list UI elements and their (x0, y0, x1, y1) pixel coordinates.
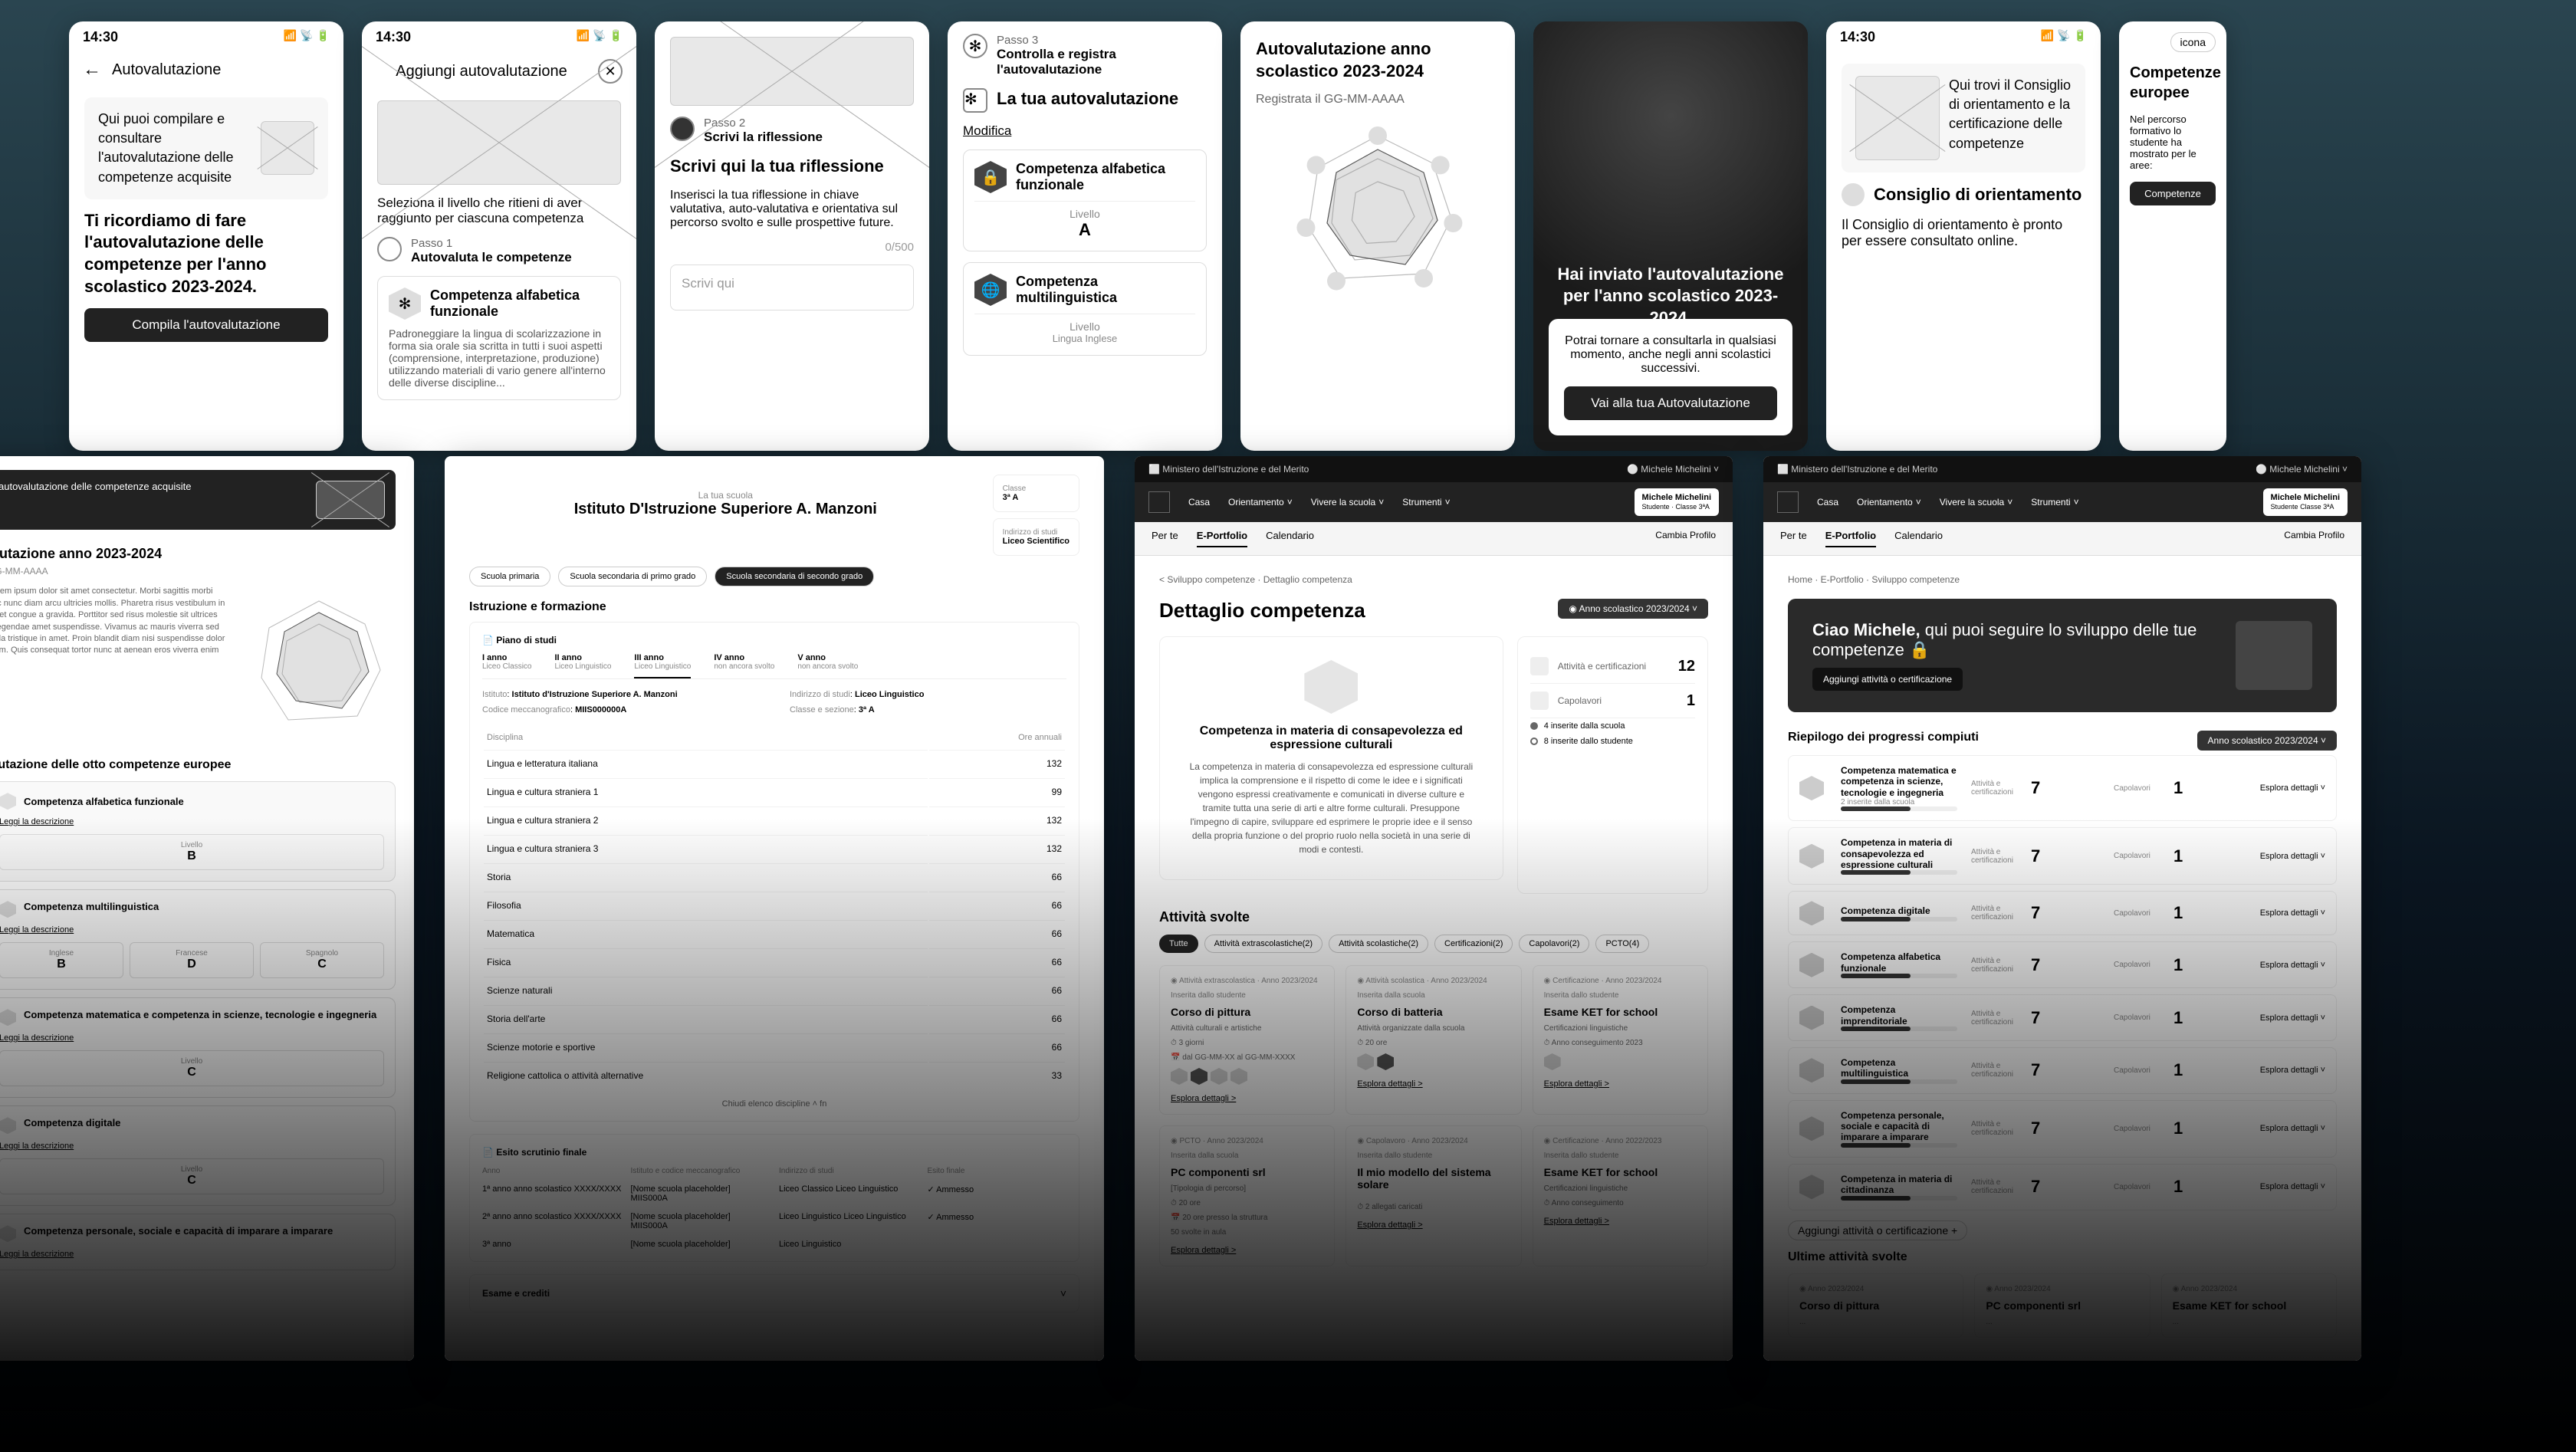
mobile-consiglio: 14:30📶 📡 🔋 Qui trovi il Consiglio di ori… (1826, 21, 2101, 451)
desktop-competence-overview: ⬜ Ministero dell'Istruzione e del Merito… (1763, 456, 2361, 1361)
mobile-competenze-europee: icona Competenze europee Nel percorso fo… (2119, 21, 2226, 451)
intro-text: Seleziona il livello che ritieni di aver… (377, 195, 621, 226)
activity-card[interactable]: ◉ Capolavoro · Anno 2023/2024Inserita da… (1346, 1125, 1521, 1266)
user-pill[interactable]: Michele MicheliniStudente · Classe 3ªA (1635, 488, 1719, 516)
hex-icon: 🌐 (974, 274, 1007, 306)
competence-row[interactable]: Competenza imprenditorialeAttività e cer… (1788, 994, 2337, 1041)
desktop-school-profile: La tua scuola Istituto D'Istruzione Supe… (445, 456, 1104, 1361)
hex-icon: ✻ (963, 88, 987, 113)
competence-title: Competenza alfabetica funzionale (430, 287, 610, 320)
reflection-desc: Inserisci la tua riflessione in chiave v… (670, 189, 914, 230)
activity-card[interactable]: ◉ Certificazione · Anno 2023/2024Inserit… (1533, 965, 1708, 1115)
competence-desc: Padroneggiare la lingua di scolarizzazio… (389, 327, 610, 389)
chevron-down-icon[interactable]: ˅ (1060, 1287, 1066, 1299)
step-icon: ✻ (963, 34, 987, 58)
back-icon[interactable]: ← (83, 59, 101, 80)
page-title: Dettaglio competenza (1159, 599, 1708, 623)
desktop-autovalutazione-panel: autovalutazione delle competenze acquisi… (0, 456, 414, 1361)
year-badge[interactable]: ◉ Anno scolastico 2023/2024 ˅ (1558, 599, 1708, 619)
comp-button[interactable]: Competenze (2130, 182, 2216, 205)
hex-icon: 🔒 (974, 161, 1007, 193)
success-body: Potrai tornare a consultarla in qualsias… (1564, 334, 1777, 376)
competence-hero: Competenza in materia di consapevolezza … (1159, 636, 1503, 880)
school-level-tabs[interactable]: Scuola primaria Scuola secondaria di pri… (469, 567, 1079, 586)
icon-label: icona (2170, 32, 2216, 52)
illustration-placeholder (261, 121, 314, 175)
mobile-radar: Autovalutazione anno scolastico 2023-202… (1240, 21, 1515, 451)
avatar-placeholder (1842, 183, 1865, 206)
mobile-add-autovalutazione: 14:30📶 📡 🔋 Aggiungi autovalutazione ✕ Se… (362, 21, 636, 451)
close-icon[interactable]: ✕ (598, 59, 623, 84)
activity-card[interactable]: ◉ Certificazione · Anno 2022/2023Inserit… (1533, 1125, 1708, 1266)
mobile-reflection: Passo 2Scrivi la riflessione Scrivi qui … (655, 21, 929, 451)
edit-link[interactable]: Modifica (963, 123, 1207, 139)
disciplines-table: DisciplinaOre annuali Lingua e letteratu… (482, 725, 1066, 1090)
mobile-review: ✻ Passo 3Controlla e registra l'autovalu… (948, 21, 1222, 451)
hero-banner: Ciao Michele, qui puoi seguire lo svilup… (1788, 599, 2337, 712)
radar-date: Registrata il GG-MM-AAAA (1256, 93, 1500, 107)
mobile-success: 14:30📶 📡 🔋 Hai inviato l'autovalutazione… (1533, 21, 1808, 451)
competence-row[interactable]: Competenza multilinguisticaAttività e ce… (1788, 1047, 2337, 1094)
add-activity-button[interactable]: Aggiungi attività o certificazione (1812, 668, 1963, 691)
logo-placeholder (1148, 491, 1170, 513)
step-icon (377, 237, 402, 261)
screen-title: Autovalutazione (112, 61, 221, 79)
desktop-mockups-row: autovalutazione delle competenze acquisi… (0, 456, 2361, 1361)
illustration-placeholder (1855, 76, 1940, 160)
school-name: Istituto D'Istruzione Superiore A. Manzo… (485, 501, 967, 518)
radar-chart (1286, 117, 1470, 301)
activity-card[interactable]: ◉ PCTO · Anno 2023/2024Inserita dalla sc… (1159, 1125, 1335, 1266)
radar-title: Autovalutazione anno scolastico 2023-202… (1256, 38, 1500, 82)
review-title: La tua autovalutazione (997, 88, 1178, 110)
breadcrumb[interactable]: < Sviluppo competenze · Dettaglio compet… (1159, 574, 1708, 585)
competence-row[interactable]: Competenza alfabetica funzionaleAttività… (1788, 941, 2337, 988)
activity-card[interactable]: ◉ Attività scolastica · Anno 2023/2024In… (1346, 965, 1521, 1115)
desktop-competence-detail: ⬜ Ministero dell'Istruzione e del Merito… (1135, 456, 1733, 1361)
competence-row[interactable]: Competenza in materia di consapevolezza … (1788, 827, 2337, 885)
competence-card: ✻ Competenza alfabetica funzionale Padro… (377, 276, 621, 400)
activity-card[interactable]: ◉ Attività extrascolastica · Anno 2023/2… (1159, 965, 1335, 1115)
reflection-textarea[interactable]: Scrivi qui (670, 264, 914, 310)
competence-row[interactable]: Competenza matematica e competenza in sc… (1788, 755, 2337, 821)
status-icons: 📶 📡 🔋 (284, 29, 330, 45)
year-tabs[interactable]: I annoLiceo Classico II annoLiceo Lingui… (482, 653, 1066, 679)
time: 14:30 (83, 29, 118, 45)
competence-row[interactable]: Competenza personale, sociale e capacità… (1788, 1100, 2337, 1158)
competence-hex-icon (1304, 660, 1358, 714)
activity-filters[interactable]: TutteAttività extrascolastiche(2)Attivit… (1159, 935, 1708, 953)
char-counter: 0/500 (670, 241, 914, 254)
consiglio-card-text: Qui trovi il Consiglio di orientamento e… (1949, 76, 2072, 160)
step-icon (670, 117, 695, 141)
competence-hex-icon: ✻ (389, 287, 421, 320)
screen-header: ← Autovalutazione (69, 53, 343, 87)
step-indicator: Passo 1Autovaluta le competenze (377, 237, 621, 265)
mobile-autovalutazione-home: 14:30 📶 📡 🔋 ← Autovalutazione Qui puoi c… (69, 21, 343, 451)
goto-button[interactable]: Vai alla tua Autovalutazione (1564, 386, 1777, 420)
stats-panel: Attività e certificazioni12 Capolavori1 … (1517, 636, 1708, 894)
consiglio-title: Consiglio di orientamento (1874, 184, 2082, 206)
mobile-mockups-row: 14:30 📶 📡 🔋 ← Autovalutazione Qui puoi c… (0, 0, 2295, 472)
consiglio-body: Il Consiglio di orientamento è pronto pe… (1842, 217, 2085, 249)
illustration-placeholder (670, 37, 914, 106)
competence-row[interactable]: Competenza in materia di cittadinanzaAtt… (1788, 1164, 2337, 1211)
info-text: Qui puoi compilare e consultare l'autova… (98, 110, 251, 187)
compile-button[interactable]: Compila l'autovalutazione (84, 308, 328, 342)
status-bar: 14:30 📶 📡 🔋 (69, 21, 343, 53)
competence-row[interactable]: Competenza digitaleAttività e certificaz… (1788, 891, 2337, 935)
reminder-text: Ti ricordiamo di fare l'autovalutazione … (84, 210, 328, 297)
ce-title: Competenze europee (2130, 63, 2216, 103)
illustration-placeholder (377, 100, 621, 185)
reflection-title: Scrivi qui la tua riflessione (670, 156, 914, 178)
illustration-placeholder (2236, 621, 2312, 690)
